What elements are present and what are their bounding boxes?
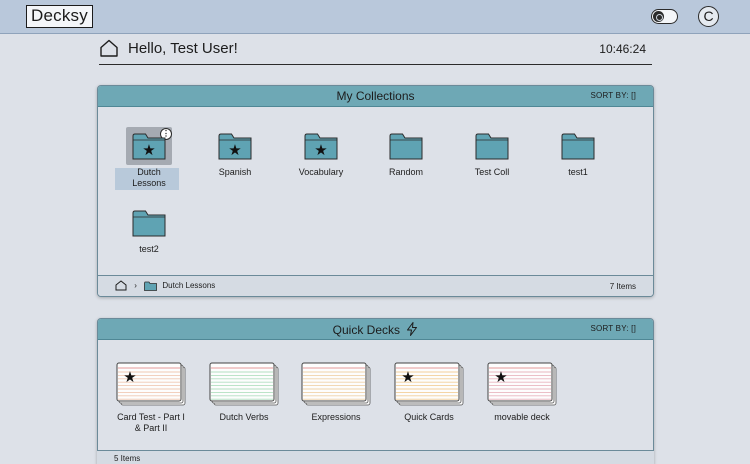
folder-icon — [132, 210, 166, 237]
quick-deck[interactable]: ★ Quick Cards — [381, 362, 477, 423]
folder-icon — [389, 133, 423, 160]
theme-toggle-icon — [653, 11, 664, 22]
quick-deck[interactable]: ★ Card Test - Part I & Part II — [103, 362, 199, 434]
collections-title: My Collections — [336, 89, 415, 103]
star-icon: ★ — [494, 368, 507, 386]
top-bar: Decksy C — [0, 0, 750, 34]
collections-count: 7 Items — [609, 282, 636, 291]
quick-decks-panel: Quick Decks SORT BY: [] ★ Card Test - Par… — [97, 318, 654, 464]
folder-icon: ★ — [304, 133, 338, 160]
collection-folder[interactable]: ★ Spanish — [197, 132, 273, 178]
folder-label: test1 — [568, 167, 588, 177]
collection-folder[interactable]: test1 — [540, 132, 616, 178]
deck-card-icon: ★ — [487, 362, 557, 406]
lightning-icon — [407, 322, 418, 336]
quick-decks-count: 5 Items — [114, 454, 141, 463]
folder-label: Vocabulary — [298, 167, 344, 177]
folder-label: test2 — [139, 244, 159, 254]
home-icon[interactable] — [99, 39, 119, 57]
collections-footer: › Dutch Lessons 7 Items — [98, 275, 653, 296]
folder-icon — [561, 133, 595, 160]
collections-header: My Collections SORT BY: [] — [98, 86, 653, 107]
quick-decks-footer: 5 Items — [97, 450, 654, 464]
deck-card-icon — [301, 362, 371, 406]
deck-label: Dutch Verbs — [219, 412, 269, 422]
folder-icon: ★ — [132, 133, 166, 160]
deck-card-icon: ★ — [116, 362, 186, 406]
folder-label: Dutch Lessons — [132, 167, 166, 188]
greeting-text: Hello, Test User! — [128, 40, 238, 57]
quick-decks-header: Quick Decks SORT BY: [] — [98, 319, 653, 340]
theme-toggle[interactable] — [651, 9, 678, 24]
collection-folder[interactable]: Test Coll — [454, 132, 530, 178]
star-icon: ★ — [314, 141, 327, 159]
folder-label: Random — [388, 167, 424, 177]
deck-label: Card Test - Part I & Part II — [117, 412, 185, 433]
clock: 10:46:24 — [599, 42, 646, 56]
deck-label: movable deck — [494, 412, 550, 422]
collection-folder[interactable]: Random — [368, 132, 444, 178]
chevron-right-icon: › — [134, 281, 137, 290]
breadcrumb-current[interactable]: Dutch Lessons — [162, 281, 215, 290]
star-icon: ★ — [401, 368, 414, 386]
collection-folder[interactable]: ★ Dutch Lessons — [111, 132, 187, 189]
quick-decks-title: Quick Decks — [332, 323, 400, 337]
folder-label: Spanish — [218, 167, 252, 177]
folder-icon — [144, 281, 158, 291]
star-icon: ★ — [123, 368, 136, 386]
greeting-row: Hello, Test User! 10:46:24 — [99, 37, 652, 65]
star-icon: ★ — [228, 141, 241, 159]
collections-sort-button[interactable]: SORT BY: [] — [591, 91, 636, 100]
breadcrumb: › Dutch Lessons — [115, 280, 215, 291]
user-avatar[interactable]: C — [698, 6, 719, 27]
deck-label: Expressions — [311, 412, 361, 422]
home-icon[interactable] — [115, 280, 127, 291]
quick-decks-title-wrap: Quick Decks — [98, 322, 653, 337]
deck-card-icon — [209, 362, 279, 406]
quick-deck[interactable]: Expressions — [288, 362, 384, 423]
deck-card-icon: ★ — [394, 362, 464, 406]
folder-icon: ★ — [218, 133, 252, 160]
collection-folder[interactable]: test2 — [111, 209, 187, 255]
quick-deck[interactable]: Dutch Verbs — [196, 362, 292, 423]
folder-icon — [475, 133, 509, 160]
quick-decks-sort-button[interactable]: SORT BY: [] — [591, 324, 636, 333]
quick-deck[interactable]: ★ movable deck — [474, 362, 570, 423]
deck-label: Quick Cards — [404, 412, 454, 422]
collections-panel: My Collections SORT BY: [] ⋮ ★ Dutch Less… — [97, 85, 654, 297]
app-logo[interactable]: Decksy — [26, 5, 93, 28]
collection-folder[interactable]: ★ Vocabulary — [283, 132, 359, 178]
star-icon: ★ — [142, 141, 155, 159]
folder-label: Test Coll — [474, 167, 510, 177]
